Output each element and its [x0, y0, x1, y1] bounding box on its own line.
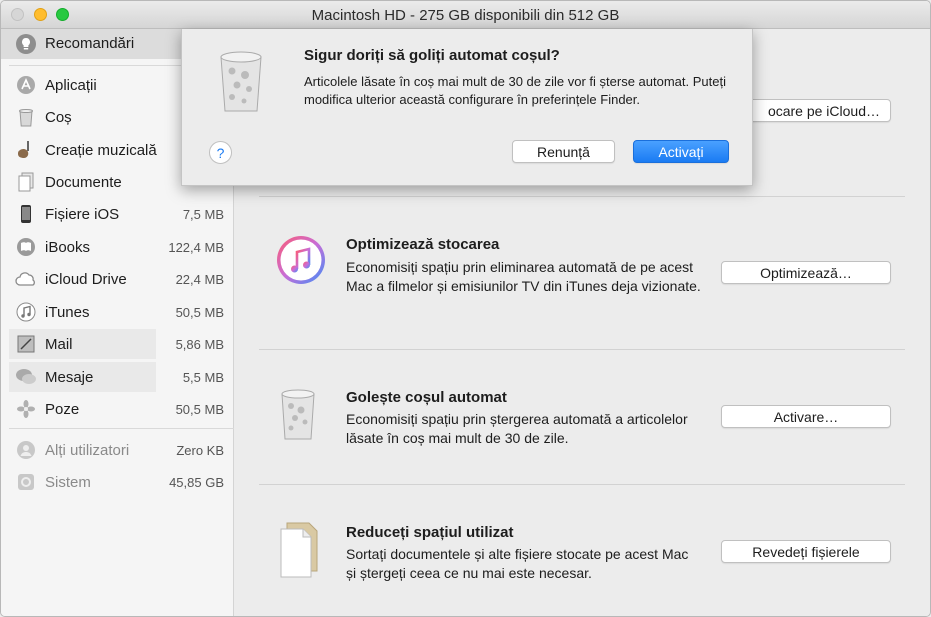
trash-icon — [15, 106, 37, 128]
sidebar-item-size: 45,85 GB — [169, 474, 224, 490]
sidebar-item-label: Coș — [45, 108, 72, 126]
sidebar-item-label: Alți utilizatori — [45, 441, 130, 459]
reduce-clutter-title: Reduceți spațiul utilizat — [346, 524, 514, 541]
cloud-icon — [15, 268, 37, 290]
app-store-icon — [15, 74, 37, 96]
mail-stamp-icon — [15, 333, 37, 355]
review-files-button[interactable]: Revedeți fișierele — [721, 540, 891, 563]
sidebar-item-label: Recomandări — [45, 35, 135, 52]
system-icon — [15, 471, 37, 493]
sidebar-item-label: Aplicații — [45, 76, 97, 94]
section-divider — [259, 196, 905, 197]
trash-icon — [279, 384, 317, 447]
sidebar-item-size: 122,4 MB — [168, 239, 224, 255]
sidebar-item-label: iCloud Drive — [45, 270, 127, 288]
sidebar-item-mail[interactable]: Mail 5,86 MB — [1, 329, 234, 359]
sidebar-item-size: 50,5 MB — [175, 304, 224, 320]
sidebar-item-label: Mesaje — [45, 368, 94, 386]
reduce-clutter-description: Sortați documentele și alte fișiere stoc… — [346, 546, 689, 581]
help-button[interactable]: ? — [209, 141, 232, 164]
sidebar-divider — [9, 428, 234, 429]
ibooks-icon — [15, 236, 37, 258]
sidebar-item-ibooks[interactable]: iBooks 122,4 MB — [1, 232, 234, 262]
sidebar-item-size: 5,5 MB — [182, 369, 224, 385]
sidebar-item-label: Mail — [45, 335, 73, 353]
title-bar: Macintosh HD - 275 GB disponibili din 51… — [1, 1, 930, 29]
messages-icon — [15, 366, 37, 388]
storage-window: Macintosh HD - 275 GB disponibili din 51… — [0, 0, 931, 617]
sidebar-item-label: iTunes — [45, 303, 90, 321]
sidebar-item-size: 5,86 MB — [175, 336, 224, 352]
lightbulb-icon — [15, 33, 37, 55]
users-icon — [15, 439, 37, 461]
sidebar-item-label: Poze — [45, 400, 80, 418]
music-note-icon — [15, 301, 37, 323]
sidebar-item-ios-files[interactable]: Fișiere iOS 7,5 MB — [1, 199, 234, 229]
sidebar-item-size: 7,5 MB — [182, 206, 224, 222]
sidebar-item-size: 50,5 MB — [175, 401, 224, 417]
optimize-button[interactable]: Optimizează… — [721, 261, 891, 284]
sidebar-item-label: Sistem — [45, 473, 91, 491]
sidebar-item-label: Documente — [45, 173, 122, 191]
documents-icon — [277, 521, 325, 584]
empty-trash-dialog: Sigur doriți să goliți automat coșul? Ar… — [181, 29, 753, 186]
optimize-storage-description: Economisiți spațiu prin eliminarea autom… — [346, 259, 701, 294]
window-title: Macintosh HD - 275 GB disponibili din 51… — [311, 7, 620, 24]
photos-icon — [15, 398, 37, 420]
dialog-message: Articolele lăsate în coș mai mult de 30 … — [304, 74, 726, 107]
section-divider — [259, 349, 905, 350]
sidebar-item-messages[interactable]: Mesaje 5,5 MB — [1, 362, 234, 392]
activate-button[interactable]: Activare… — [721, 405, 891, 428]
sidebar-item-size: 22,4 MB — [175, 271, 224, 287]
dialog-title: Sigur doriți să goliți automat coșul? — [304, 47, 560, 64]
sidebar-item-itunes[interactable]: iTunes 50,5 MB — [1, 297, 234, 327]
empty-trash-description: Economisiți spațiu prin ștergerea automa… — [346, 411, 688, 446]
section-divider — [259, 484, 905, 485]
sidebar-item-size: Zero KB — [176, 442, 224, 458]
sidebar-item-system[interactable]: Sistem 45,85 GB — [1, 467, 234, 497]
sidebar-item-label: Fișiere iOS — [45, 205, 120, 223]
iphone-icon — [15, 203, 37, 225]
sidebar-item-label: iBooks — [45, 238, 91, 256]
itunes-icon — [275, 234, 327, 291]
optimize-storage-title: Optimizează stocarea — [346, 236, 500, 253]
sidebar-item-icloud-drive[interactable]: iCloud Drive 22,4 MB — [1, 264, 234, 294]
sidebar-item-label: Creație muzicală — [45, 141, 157, 159]
sidebar-item-other-users[interactable]: Alți utilizatori Zero KB — [1, 435, 234, 465]
trash-icon — [218, 45, 264, 118]
empty-trash-title: Golește coșul automat — [346, 389, 507, 406]
activate-confirm-button[interactable]: Activați — [633, 140, 729, 163]
document-icon — [15, 171, 37, 193]
cancel-button[interactable]: Renunță — [512, 140, 615, 163]
guitar-icon — [15, 139, 37, 161]
sidebar-item-photos[interactable]: Poze 50,5 MB — [1, 394, 234, 424]
